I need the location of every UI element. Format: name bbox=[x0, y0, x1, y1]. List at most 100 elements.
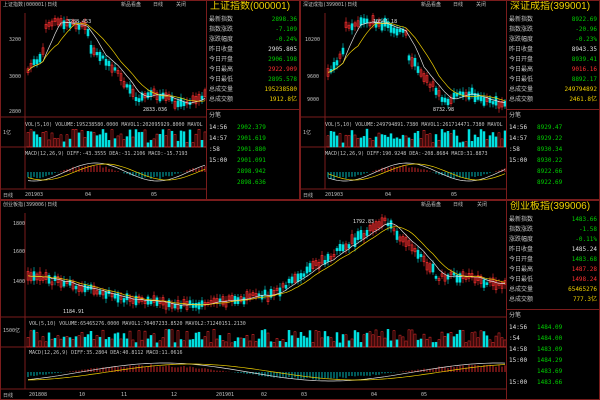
stat-key: 昨日收盘 bbox=[509, 246, 534, 253]
stat-value: 2461.8亿 bbox=[569, 96, 597, 103]
volume-bar bbox=[338, 133, 342, 148]
volume-bar bbox=[26, 337, 30, 348]
candle-body bbox=[47, 275, 51, 284]
volume-bar bbox=[173, 342, 177, 348]
volume-bar bbox=[215, 338, 219, 348]
stat-key: 昨日收盘 bbox=[209, 46, 234, 53]
stat-row: 涨跌幅度 -0.24% bbox=[209, 35, 297, 44]
stat-row: 今日最高 9016.16 bbox=[509, 65, 597, 74]
candle-body bbox=[479, 95, 483, 102]
candle-body bbox=[431, 263, 435, 273]
volume-bar bbox=[380, 331, 384, 348]
trade-time: 14:56 bbox=[509, 124, 528, 131]
volume-bar bbox=[386, 329, 390, 348]
volume-bar bbox=[341, 334, 345, 348]
candle-body bbox=[482, 97, 486, 106]
shanghai-kline-chart[interactable] bbox=[1, 1, 211, 200]
volume-bar bbox=[470, 141, 474, 148]
volume-bar bbox=[68, 337, 72, 348]
trade-row: 14:57 8929.22 bbox=[509, 134, 597, 143]
shenzhen-nav-daily[interactable]: 日线 bbox=[453, 1, 463, 9]
volume-bar bbox=[494, 136, 498, 148]
shanghai-xlabel-0: 日线 bbox=[3, 193, 14, 199]
volume-bar bbox=[404, 135, 408, 148]
shenzhen-nav-close[interactable]: 关闭 bbox=[476, 1, 486, 9]
stat-value: 8943.35 bbox=[571, 46, 597, 53]
stat-row: 今日最低 2895.578 bbox=[209, 75, 297, 84]
volume-bar bbox=[119, 338, 123, 348]
shenzhen-nav-newview[interactable]: 新品看盘 bbox=[421, 1, 441, 9]
volume-bar bbox=[449, 332, 453, 348]
stat-row: 指数涨跌 -20.96 bbox=[509, 25, 597, 34]
shenzhen-kline-chart[interactable] bbox=[301, 1, 511, 200]
shanghai-nav-daily[interactable]: 日线 bbox=[153, 1, 163, 9]
candle-body bbox=[335, 60, 339, 66]
volume-bar bbox=[110, 338, 114, 348]
volume-bar bbox=[65, 336, 69, 348]
volume-bar bbox=[71, 129, 75, 148]
volume-bar bbox=[167, 129, 171, 148]
volume-bar bbox=[56, 335, 60, 348]
volume-bar bbox=[392, 138, 396, 148]
trade-price: 2901.091 bbox=[237, 157, 266, 164]
volume-bar bbox=[386, 136, 390, 148]
chinext-nav-newview[interactable]: 新品看盘 bbox=[421, 201, 441, 209]
stat-key: 指数涨跌 bbox=[509, 26, 534, 33]
chinext-xlabel-8: 04 bbox=[371, 392, 378, 398]
candle-body bbox=[485, 282, 489, 285]
volume-bar bbox=[377, 336, 381, 348]
volume-bar bbox=[377, 132, 381, 148]
candle-body bbox=[104, 58, 108, 66]
volume-bar bbox=[50, 132, 54, 148]
candle-body bbox=[416, 249, 420, 259]
candle-body bbox=[137, 98, 141, 103]
volume-bar bbox=[59, 338, 63, 348]
candle-body bbox=[74, 285, 78, 290]
volume-bar bbox=[275, 338, 279, 348]
volume-bar bbox=[491, 342, 495, 348]
shanghai-chart-header: 上证指数(000001)日线 bbox=[3, 2, 58, 8]
candle-body bbox=[197, 302, 201, 310]
chinext-nav-daily[interactable]: 日线 bbox=[453, 201, 463, 209]
volume-bar bbox=[401, 336, 405, 348]
trade-price: 2901.880 bbox=[237, 146, 266, 153]
volume-bar bbox=[392, 330, 396, 348]
volume-bar bbox=[449, 133, 453, 148]
candle-body bbox=[98, 290, 102, 295]
volume-bar bbox=[293, 331, 297, 348]
volume-bar bbox=[290, 335, 294, 348]
volume-bar bbox=[362, 136, 366, 148]
stat-key: 最新指数 bbox=[509, 216, 534, 223]
candle-body bbox=[125, 84, 129, 88]
volume-bar bbox=[173, 134, 177, 148]
volume-bar bbox=[77, 335, 81, 348]
volume-bar bbox=[371, 140, 375, 148]
chinext-high-label: 1792.83 bbox=[353, 219, 375, 225]
volume-bar bbox=[32, 329, 36, 348]
volume-bar bbox=[98, 134, 102, 148]
volume-bar bbox=[116, 332, 120, 348]
volume-bar bbox=[176, 140, 180, 148]
chinext-kline-chart[interactable] bbox=[1, 201, 511, 400]
candle-body bbox=[350, 23, 354, 31]
volume-bar bbox=[299, 332, 303, 348]
stat-key: 今日开盘 bbox=[509, 256, 534, 263]
chinext-nav-close[interactable]: 关闭 bbox=[477, 201, 487, 209]
shenzhen-panel: 深证成指(399001)日线 新品看盘 日线 关闭 10541.18 8732.… bbox=[300, 0, 600, 200]
ma-line bbox=[27, 22, 206, 104]
candle-body bbox=[443, 97, 447, 103]
shanghai-nav-newview[interactable]: 新品看盘 bbox=[121, 1, 141, 9]
chinext-xlabel-5: 201901 bbox=[216, 392, 235, 398]
candle-body bbox=[335, 248, 339, 252]
shanghai-nav-close[interactable]: 关闭 bbox=[176, 1, 186, 9]
volume-bar bbox=[77, 132, 81, 148]
chinext-panel: 创业板指(399006)日线 新品看盘 日线 关闭 1792.83 1184.9… bbox=[0, 200, 600, 400]
chinext-chart-header: 创业板指(399006)日线 bbox=[3, 202, 58, 208]
volume-bar bbox=[410, 329, 414, 348]
shanghai-vol-label: VOL(5,10) VOLUME:195238580.0000 MAVOL1:2… bbox=[25, 122, 203, 128]
volume-bar bbox=[428, 336, 432, 348]
candle-body bbox=[365, 229, 369, 236]
volume-bar bbox=[401, 134, 405, 148]
volume-bar bbox=[35, 332, 39, 348]
stat-row: 指数涨跌 -1.58 bbox=[509, 225, 597, 234]
